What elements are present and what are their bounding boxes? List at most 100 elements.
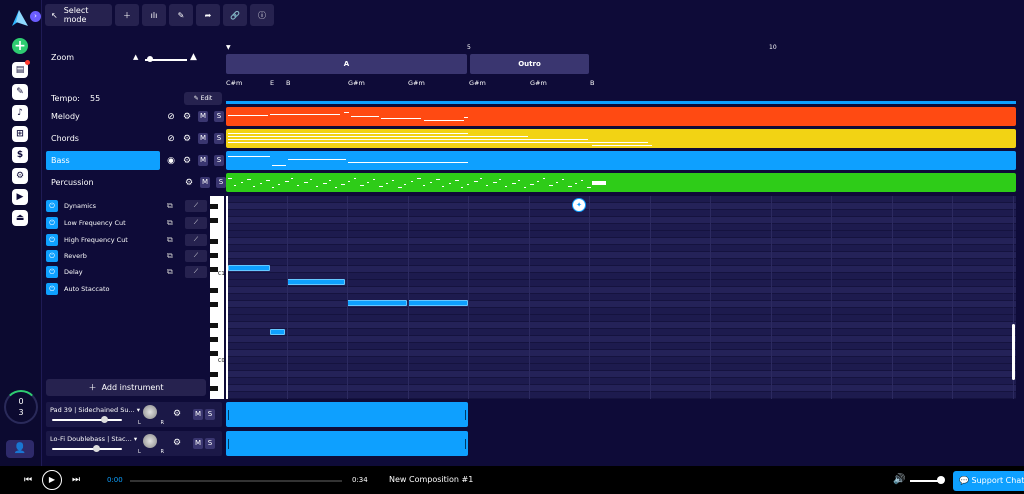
- gear-icon[interactable]: ⚙: [182, 112, 192, 122]
- mute-button[interactable]: M: [200, 177, 210, 188]
- black-key[interactable]: [210, 351, 218, 356]
- black-key[interactable]: [210, 302, 218, 307]
- settings-rail-icon[interactable]: ⚙: [12, 168, 28, 184]
- mute-button[interactable]: M: [198, 155, 208, 166]
- automation-button[interactable]: ⟋: [185, 265, 207, 278]
- volume-slider-handle[interactable]: [101, 416, 108, 423]
- chord-label[interactable]: G#m: [408, 79, 425, 87]
- track-row-chords[interactable]: Chords ⊘ ⚙ M S: [46, 129, 224, 148]
- copy-icon[interactable]: ⧉: [167, 235, 173, 245]
- instrument-name[interactable]: Pad 39 | Sidechained Su... ▾: [50, 406, 140, 414]
- info-icon[interactable]: ⓘ: [250, 4, 274, 26]
- bass-note[interactable]: [408, 300, 468, 306]
- pan-knob[interactable]: [143, 405, 157, 419]
- section-outro[interactable]: Outro: [470, 54, 589, 74]
- bass-note[interactable]: [270, 329, 285, 335]
- solo-button[interactable]: S: [214, 111, 224, 122]
- bass-note[interactable]: [228, 265, 270, 271]
- volume-slider-handle[interactable]: [93, 445, 100, 452]
- link-icon[interactable]: 🔗: [223, 4, 247, 26]
- chord-label[interactable]: G#m: [530, 79, 547, 87]
- zoom-slider-handle[interactable]: [147, 56, 153, 62]
- power-icon[interactable]: ⏻: [46, 249, 58, 262]
- melody-lane[interactable]: [226, 107, 1016, 126]
- black-key[interactable]: [210, 218, 218, 223]
- pencil-rail-icon[interactable]: ✎: [12, 84, 28, 100]
- add-icon[interactable]: ＋: [115, 4, 139, 26]
- skip-forward-icon[interactable]: ⏭: [72, 475, 80, 485]
- automation-button[interactable]: ⟋: [185, 216, 207, 229]
- eye-icon[interactable]: ◉: [166, 156, 176, 166]
- black-key[interactable]: [210, 253, 218, 258]
- add-instrument-button[interactable]: ＋ Add instrument: [46, 379, 206, 396]
- mixer-icon[interactable]: ⊞: [12, 126, 28, 142]
- automation-button[interactable]: ⟋: [185, 233, 207, 246]
- gear-icon[interactable]: ⚙: [182, 156, 192, 166]
- vertical-scrollbar[interactable]: [1012, 324, 1015, 380]
- power-icon[interactable]: ⏻: [46, 282, 58, 295]
- track-row-percussion[interactable]: Percussion ⚙ M S: [46, 173, 226, 192]
- chord-label[interactable]: B: [590, 79, 594, 87]
- zoom-in-icon[interactable]: ▲: [190, 52, 197, 62]
- percussion-lane[interactable]: [226, 173, 1016, 192]
- pencil-icon[interactable]: ✎: [169, 4, 193, 26]
- chords-lane[interactable]: [226, 129, 1016, 148]
- solo-button[interactable]: S: [214, 155, 224, 166]
- chord-label[interactable]: G#m: [348, 79, 365, 87]
- instrument-clip[interactable]: [226, 431, 468, 456]
- hidden-eye-icon[interactable]: ⊘: [166, 112, 176, 122]
- support-chat-button[interactable]: 💬 Support Chat: [953, 471, 1024, 491]
- chord-label[interactable]: E: [270, 79, 274, 87]
- chart-icon[interactable]: ılı: [142, 4, 166, 26]
- power-icon[interactable]: ⏻: [46, 216, 58, 229]
- black-key[interactable]: [210, 337, 218, 342]
- copy-icon[interactable]: ⧉: [167, 251, 173, 261]
- solo-button[interactable]: S: [205, 438, 215, 449]
- black-key[interactable]: [210, 386, 218, 391]
- solo-button[interactable]: S: [216, 177, 226, 188]
- playhead-marker-icon[interactable]: ▼: [226, 44, 231, 51]
- pan-knob[interactable]: [143, 434, 157, 448]
- power-icon[interactable]: ⏻: [46, 265, 58, 278]
- gear-icon[interactable]: ⚙: [173, 409, 181, 419]
- track-row-bass[interactable]: Bass ◉ ⚙ M S: [46, 151, 224, 170]
- timeline-ruler[interactable]: ▼ 5 10: [226, 44, 1016, 52]
- mute-button[interactable]: M: [193, 409, 203, 420]
- mute-button[interactable]: M: [193, 438, 203, 449]
- music-note-icon[interactable]: ♪: [12, 105, 28, 121]
- dollar-icon[interactable]: $: [12, 147, 28, 163]
- new-composition-button[interactable]: +: [12, 38, 28, 54]
- mute-button[interactable]: M: [198, 133, 208, 144]
- black-key[interactable]: [210, 372, 218, 377]
- black-key[interactable]: [210, 239, 218, 244]
- volume-icon[interactable]: 🔊: [893, 474, 905, 485]
- track-row-melody[interactable]: Melody ⊘ ⚙ M S: [46, 107, 224, 126]
- power-icon[interactable]: ⏻: [46, 233, 58, 246]
- bass-lane[interactable]: [226, 151, 1016, 170]
- gear-icon[interactable]: ⚙: [182, 134, 192, 144]
- black-key[interactable]: [210, 267, 218, 272]
- power-icon[interactable]: ⏻: [46, 199, 58, 212]
- copy-icon[interactable]: ⧉: [167, 201, 173, 211]
- automation-button[interactable]: ⟋: [185, 199, 207, 212]
- volume-slider[interactable]: [52, 419, 122, 421]
- play-button[interactable]: ▶: [42, 470, 62, 490]
- bass-note[interactable]: [287, 279, 345, 285]
- skip-back-icon[interactable]: ⏮: [24, 475, 32, 485]
- chord-label[interactable]: C#m: [226, 79, 242, 87]
- magic-wand-icon[interactable]: ✦: [572, 198, 586, 212]
- play-video-icon[interactable]: ▶: [12, 189, 28, 205]
- seek-bar[interactable]: [130, 480, 342, 482]
- section-a[interactable]: A: [226, 54, 467, 74]
- select-mode-button[interactable]: ↖ Select mode: [45, 4, 112, 26]
- black-key[interactable]: [210, 204, 218, 209]
- volume-slider[interactable]: [52, 448, 122, 450]
- piano-keyboard[interactable]: C1 C0: [210, 196, 225, 399]
- instrument-name[interactable]: Lo-Fi Doublebass | Stac... ▾: [50, 435, 137, 443]
- zoom-out-icon[interactable]: ▲: [133, 53, 138, 61]
- door-exit-icon[interactable]: ⏏: [12, 210, 28, 226]
- mute-button[interactable]: M: [198, 111, 208, 122]
- share-arrow-icon[interactable]: ➦: [196, 4, 220, 26]
- automation-button[interactable]: ⟋: [185, 249, 207, 262]
- copy-icon[interactable]: ⧉: [167, 267, 173, 277]
